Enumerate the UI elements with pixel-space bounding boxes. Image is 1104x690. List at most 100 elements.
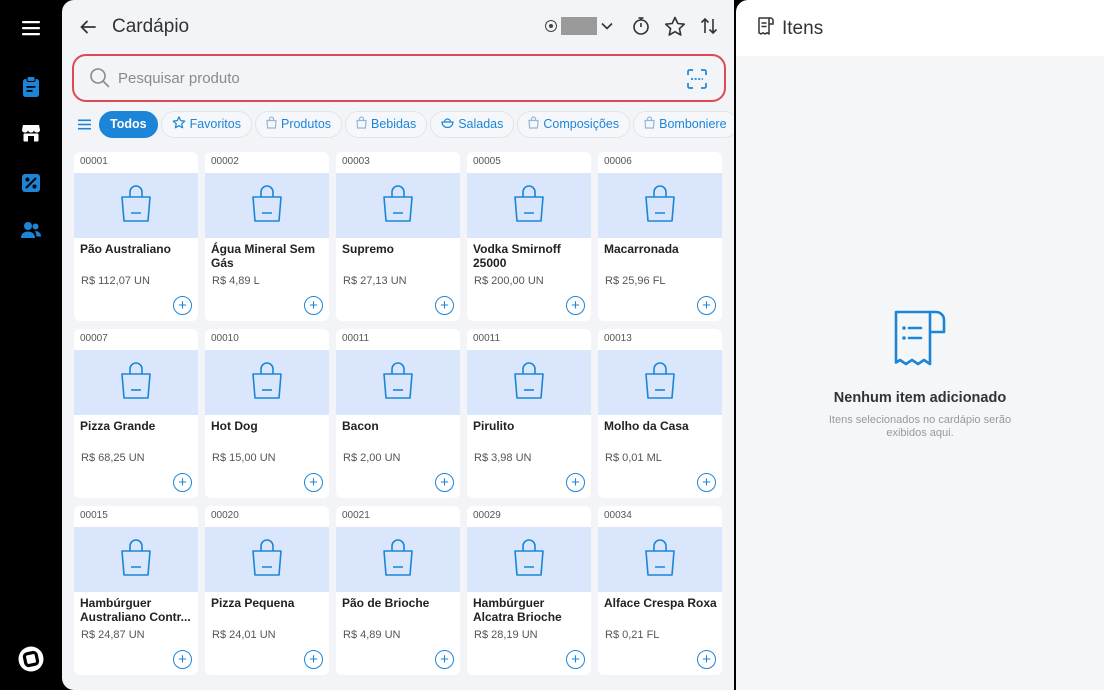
product-price: R$ 4,89 UN [343, 629, 401, 641]
product-price: R$ 2,00 UN [343, 452, 401, 464]
product-card[interactable]: 00020 Pizza Pequena R$ 24,01 UN + [205, 506, 329, 675]
search-input[interactable] [118, 66, 658, 90]
chip-todos[interactable]: Todos [99, 110, 158, 138]
add-plus-icon[interactable]: + [435, 650, 454, 669]
page-title: Cardápio [112, 16, 190, 37]
product-name-text: Hambúrguer Alcatra Brioche [473, 596, 562, 624]
product-card[interactable]: 00011 Bacon R$ 2,00 UN + [336, 329, 460, 498]
add-plus-icon[interactable]: + [173, 296, 192, 315]
chip-label: Bebidas [371, 117, 417, 131]
product-name-text: Pão de Brioche [342, 596, 430, 610]
add-plus-icon[interactable]: + [566, 473, 585, 492]
product-name: Alface Crespa Roxa [604, 596, 718, 610]
product-card[interactable]: 00021 Pão de Brioche R$ 4,89 UN + [336, 506, 460, 675]
product-card[interactable]: 00034 Alface Crespa Roxa R$ 0,21 FL + [598, 506, 722, 675]
product-price: R$ 25,96 FL [605, 275, 666, 287]
nav-rail [0, 0, 62, 690]
product-price: R$ 24,01 UN [212, 629, 276, 641]
add-plus-icon[interactable]: + [566, 296, 585, 315]
product-card[interactable]: 00002 Água Mineral Sem Gás R$ 4,89 L + [205, 152, 329, 321]
chip-produtos[interactable]: Produtos [254, 110, 343, 138]
add-plus-icon[interactable]: + [304, 296, 323, 315]
shopping-bag-icon [250, 537, 284, 582]
shopping-bag-icon [643, 360, 677, 405]
sort-icon[interactable] [697, 14, 721, 38]
add-plus-icon[interactable]: + [173, 650, 192, 669]
product-image-placeholder [74, 527, 198, 592]
product-image-placeholder [74, 173, 198, 238]
chip-bebidas[interactable]: Bebidas [345, 110, 428, 138]
product-card[interactable]: 00015 Hambúrguer Australiano Contr... R$ 2… [74, 506, 198, 675]
empty-receipt-icon [888, 306, 952, 370]
add-plus-icon[interactable]: + [697, 473, 716, 492]
product-price: R$ 3,98 UN [474, 452, 532, 464]
product-card[interactable]: 00029 Hambúrguer Alcatra Brioche R$ 28,19 … [467, 506, 591, 675]
product-name: Bacon [342, 419, 456, 433]
barcode-scan-icon[interactable] [686, 68, 708, 90]
timer-icon[interactable] [629, 14, 653, 38]
favorite-star-icon[interactable] [663, 14, 687, 38]
add-plus-icon[interactable]: + [566, 650, 585, 669]
add-plus-icon[interactable]: + [304, 473, 323, 492]
product-card[interactable]: 00010 Hot Dog R$ 15,00 UN + [205, 329, 329, 498]
product-name-text: Macarronada [604, 242, 679, 256]
product-image-placeholder [336, 173, 460, 238]
chip-composicoes[interactable]: Composições [517, 110, 631, 138]
add-plus-icon[interactable]: + [435, 296, 454, 315]
category-menu-icon[interactable] [72, 111, 96, 137]
account-selector[interactable] [545, 17, 613, 35]
store-icon[interactable] [18, 120, 44, 146]
product-code: 00034 [604, 510, 632, 521]
product-image-placeholder [467, 527, 591, 592]
add-plus-icon[interactable]: + [435, 473, 454, 492]
chip-label: Todos [110, 117, 147, 131]
product-code: 00005 [473, 156, 501, 167]
menu-panel: Cardápio Pesquisar produto Todos Favorit… [62, 0, 734, 690]
product-code: 00011 [342, 333, 370, 344]
product-name-text: Vodka Smirnoff 25000 [473, 242, 561, 270]
customers-icon[interactable] [18, 217, 44, 243]
back-arrow-icon[interactable] [78, 16, 98, 38]
chip-label: Composições [543, 117, 620, 131]
shopping-bag-icon [381, 183, 415, 228]
product-image-placeholder [336, 527, 460, 592]
product-card[interactable]: 00005 Vodka Smirnoff 25000 R$ 200,00 UN + [467, 152, 591, 321]
salad-icon [441, 117, 454, 132]
discount-tag-icon[interactable] [18, 170, 44, 196]
product-code: 00013 [604, 333, 632, 344]
product-name-text: Molho da Casa [604, 419, 689, 433]
add-plus-icon[interactable]: + [697, 296, 716, 315]
product-name: Molho da Casa [604, 419, 718, 433]
chip-saladas[interactable]: Saladas [430, 110, 515, 138]
product-code: 00002 [211, 156, 239, 167]
chip-bomboniere[interactable]: Bomboniere [633, 110, 734, 138]
menu-icon[interactable] [18, 15, 44, 41]
add-plus-icon[interactable]: + [173, 473, 192, 492]
add-plus-icon[interactable]: + [697, 650, 716, 669]
product-image-placeholder [205, 350, 329, 415]
product-image-placeholder [467, 350, 591, 415]
product-name-text: Pirulito [473, 419, 515, 433]
redacted-account-name [561, 17, 597, 35]
product-card[interactable]: 00001 Pão Australiano R$ 112,07 UN + [74, 152, 198, 321]
shopping-bag-icon [512, 360, 546, 405]
chip-favoritos[interactable]: Favoritos [160, 110, 252, 138]
product-card[interactable]: 00006 Macarronada R$ 25,96 FL + [598, 152, 722, 321]
product-price: R$ 68,25 UN [81, 452, 145, 464]
chevron-down-icon [601, 17, 613, 35]
product-card[interactable]: 00007 Pizza Grande R$ 68,25 UN + [74, 329, 198, 498]
product-code: 00001 [80, 156, 108, 167]
product-price: R$ 0,21 FL [605, 629, 660, 641]
product-code: 00010 [211, 333, 239, 344]
product-price: R$ 4,89 L [212, 275, 260, 287]
chip-label: Saladas [458, 117, 504, 131]
product-card[interactable]: 00003 Supremo R$ 27,13 UN + [336, 152, 460, 321]
product-card[interactable]: 00011 Pirulito R$ 3,98 UN + [467, 329, 591, 498]
bag-icon [266, 116, 277, 132]
product-image-placeholder [598, 350, 722, 415]
product-name: Água Mineral Sem Gás [211, 242, 325, 270]
add-plus-icon[interactable]: + [304, 650, 323, 669]
orders-clipboard-icon[interactable] [18, 74, 44, 100]
product-card[interactable]: 00013 Molho da Casa R$ 0,01 ML + [598, 329, 722, 498]
product-image-placeholder [598, 173, 722, 238]
